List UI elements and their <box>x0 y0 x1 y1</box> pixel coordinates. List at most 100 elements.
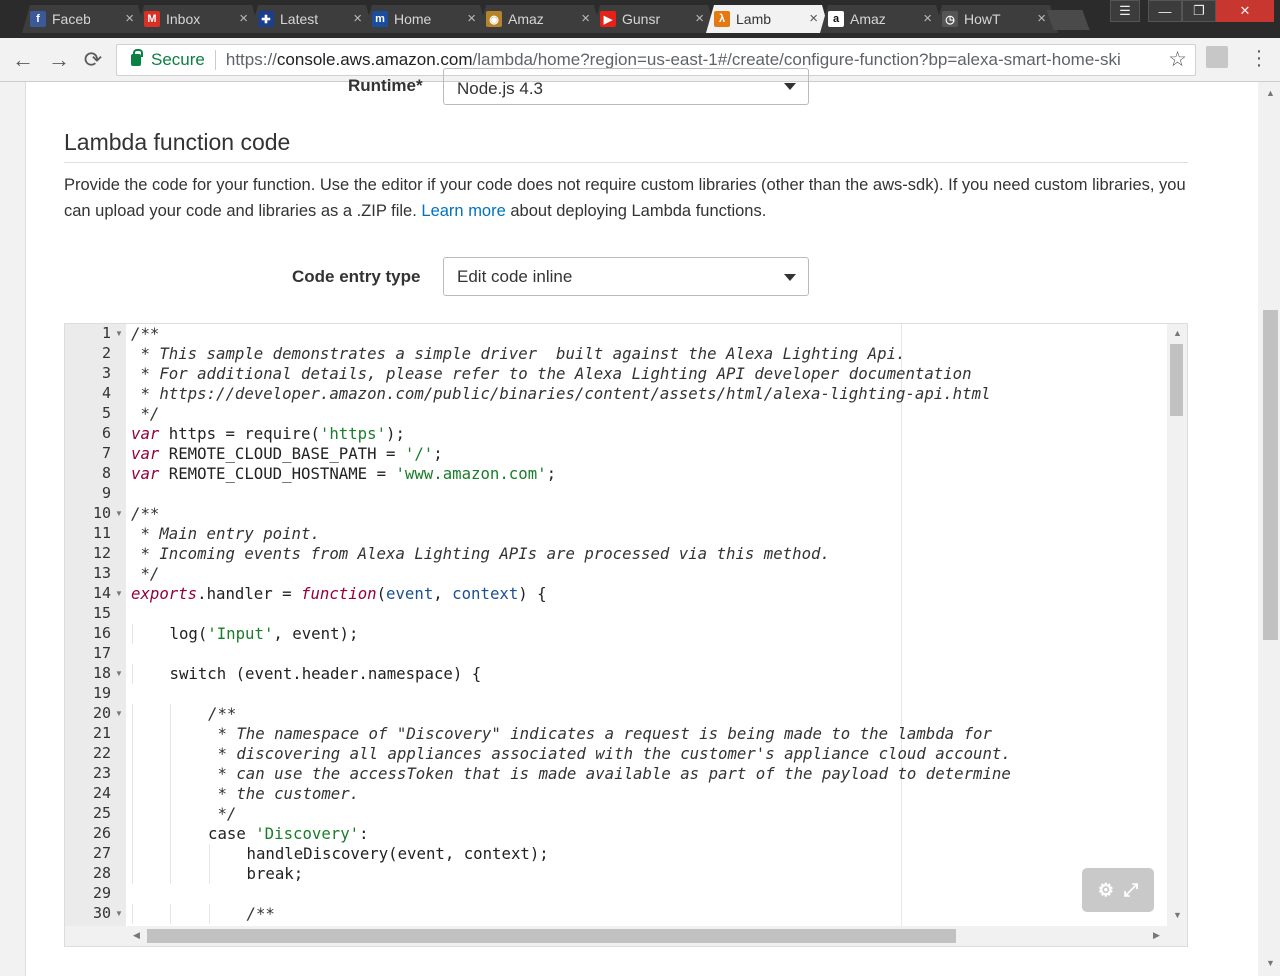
editor-vertical-scroll-thumb[interactable] <box>1170 344 1183 416</box>
scroll-up-icon[interactable]: ▲ <box>1173 328 1182 338</box>
browser-tab[interactable]: ▶ Gunsr × <box>592 5 716 33</box>
bookmark-star-icon[interactable]: ☆ <box>1168 47 1187 72</box>
print-margin <box>901 324 902 946</box>
line-number: 21 <box>92 724 111 742</box>
fold-toggle-icon[interactable]: ▼ <box>115 509 123 518</box>
reload-button[interactable]: ⟳ <box>80 47 106 73</box>
tab-close-icon[interactable]: × <box>353 10 362 27</box>
editor-horizontal-scroll-thumb[interactable] <box>147 929 956 943</box>
code-line: /** <box>131 324 159 343</box>
line-number: 29 <box>92 884 111 902</box>
code-line: * discovering all appliances associated … <box>208 744 1010 763</box>
code-token: ; <box>433 444 443 463</box>
page-scroll-up-icon[interactable]: ▲ <box>1266 88 1275 98</box>
code-line: case 'Discovery': <box>208 824 369 843</box>
home-site-icon: m <box>372 11 388 27</box>
page-content: Runtime* Node.js 4.3 Lambda function cod… <box>0 68 1260 976</box>
url-path: /lambda/home?region=us-east-1#/create/co… <box>472 50 1121 69</box>
window-close-button[interactable]: ✕ <box>1216 0 1274 22</box>
fullscreen-icon[interactable]: ⤢ <box>1124 880 1138 901</box>
scroll-left-icon[interactable]: ◀ <box>133 930 140 941</box>
code-line: */ <box>131 564 159 583</box>
tab-close-icon[interactable]: × <box>239 10 248 27</box>
runtime-select[interactable]: Node.js 4.3 <box>443 68 809 105</box>
gear-icon[interactable]: ⚙ <box>1098 880 1114 901</box>
indent-guide <box>170 704 171 724</box>
url-text[interactable]: https://console.aws.amazon.com/lambda/ho… <box>226 50 1166 70</box>
line-number: 22 <box>92 744 111 762</box>
code-token: ); <box>386 424 405 443</box>
code-token: /** <box>246 904 275 923</box>
line-number: 12 <box>92 544 111 562</box>
scroll-down-icon[interactable]: ▼ <box>1173 910 1182 920</box>
section-description: Provide the code for your function. Use … <box>64 172 1188 224</box>
code-entry-type-select[interactable]: Edit code inline <box>443 257 809 296</box>
code-token: exports <box>131 584 198 603</box>
page-scroll-down-icon[interactable]: ▼ <box>1266 958 1275 968</box>
indent-guide <box>208 864 210 884</box>
fold-toggle-icon[interactable]: ▼ <box>115 709 123 718</box>
tab-close-icon[interactable]: × <box>809 10 818 27</box>
page-vertical-scrollbar[interactable]: ▲ ▼ <box>1260 82 1280 976</box>
indent-guide <box>131 764 133 784</box>
code-entry-type-value: Edit code inline <box>457 267 573 286</box>
user-profile-button[interactable]: ☰ <box>1110 0 1140 22</box>
line-number: 7 <box>101 444 111 462</box>
reload-icon: ⟳ <box>83 47 103 72</box>
browser-tab[interactable]: ◷ HowT × <box>934 5 1058 33</box>
line-number: 18 <box>92 664 111 682</box>
editor-horizontal-scrollbar[interactable]: ◀ ▶ <box>65 926 1187 946</box>
howto-icon: ◷ <box>942 11 958 27</box>
browser-tab[interactable]: f Faceb × <box>22 5 146 33</box>
back-button[interactable]: ← <box>10 47 36 73</box>
code-line: */ <box>131 404 159 423</box>
code-token: * can use the accessToken that is made a… <box>208 764 1011 783</box>
browser-tab[interactable]: a Amaz × <box>820 5 944 33</box>
scroll-right-icon[interactable]: ▶ <box>1153 930 1160 941</box>
code-token: var <box>131 424 160 443</box>
maximize-button[interactable]: ❐ <box>1182 0 1216 22</box>
fold-toggle-icon[interactable]: ▼ <box>115 589 123 598</box>
tab-close-icon[interactable]: × <box>923 10 932 27</box>
tab-close-icon[interactable]: × <box>467 10 476 27</box>
indent-guide <box>131 724 133 744</box>
browser-tab[interactable]: ✚ Latest × <box>250 5 374 33</box>
code-token: */ <box>208 804 237 823</box>
indent-guide <box>131 824 133 844</box>
code-token: /** <box>208 704 237 723</box>
fold-toggle-icon[interactable]: ▼ <box>115 909 123 918</box>
line-number: 26 <box>92 824 111 842</box>
indent-guide <box>170 864 171 884</box>
arrow-right-icon: → <box>48 47 70 72</box>
minimize-button[interactable]: — <box>1148 0 1182 22</box>
code-token: : <box>359 824 369 843</box>
line-number: 23 <box>92 764 111 782</box>
lock-icon <box>131 49 143 66</box>
browser-menu-icon[interactable]: · · · <box>1252 41 1266 75</box>
code-token: * For additional details, please refer t… <box>131 364 972 383</box>
tab-close-icon[interactable]: × <box>581 10 590 27</box>
pdf-extension-icon[interactable] <box>1206 46 1228 68</box>
indent-guide <box>170 824 171 844</box>
page-scroll-thumb[interactable] <box>1263 310 1278 640</box>
code-token: , <box>433 584 453 603</box>
tab-close-icon[interactable]: × <box>125 10 134 27</box>
new-tab-button[interactable] <box>1046 10 1090 30</box>
fold-toggle-icon[interactable]: ▼ <box>115 329 123 338</box>
tab-close-icon[interactable]: × <box>695 10 704 27</box>
line-number: 27 <box>92 844 111 862</box>
forward-button[interactable]: → <box>46 47 72 73</box>
browser-tab[interactable]: M Inbox × <box>136 5 260 33</box>
learn-more-link[interactable]: Learn more <box>421 202 505 220</box>
editor-vertical-scrollbar[interactable]: ▲ ▼ <box>1167 324 1187 928</box>
code-token: https = require( <box>159 424 320 443</box>
line-number-gutter: 1 ▼ 2 3 4 5 6 7 8 9 10 ▼ 11 12 13 14 ▼ 15 16 17 18 ▼ 19 20 ▼ 21 22… <box>65 324 126 946</box>
browser-tab[interactable]: m Home × <box>364 5 488 33</box>
fold-toggle-icon[interactable]: ▼ <box>115 669 123 678</box>
line-number: 9 <box>101 484 111 502</box>
editor-settings-button[interactable]: ⚙ ⤢ <box>1082 868 1154 912</box>
browser-tab[interactable]: ◉ Amaz × <box>478 5 602 33</box>
code-editor[interactable]: 1 ▼ 2 3 4 5 6 7 8 9 10 ▼ 11 12 13 14 ▼ 15 16 17 18 ▼ 19 20 ▼ 21 22… <box>64 323 1188 947</box>
browser-tab[interactable]: λ Lamb × <box>706 5 830 33</box>
tab-close-icon[interactable]: × <box>1037 10 1046 27</box>
